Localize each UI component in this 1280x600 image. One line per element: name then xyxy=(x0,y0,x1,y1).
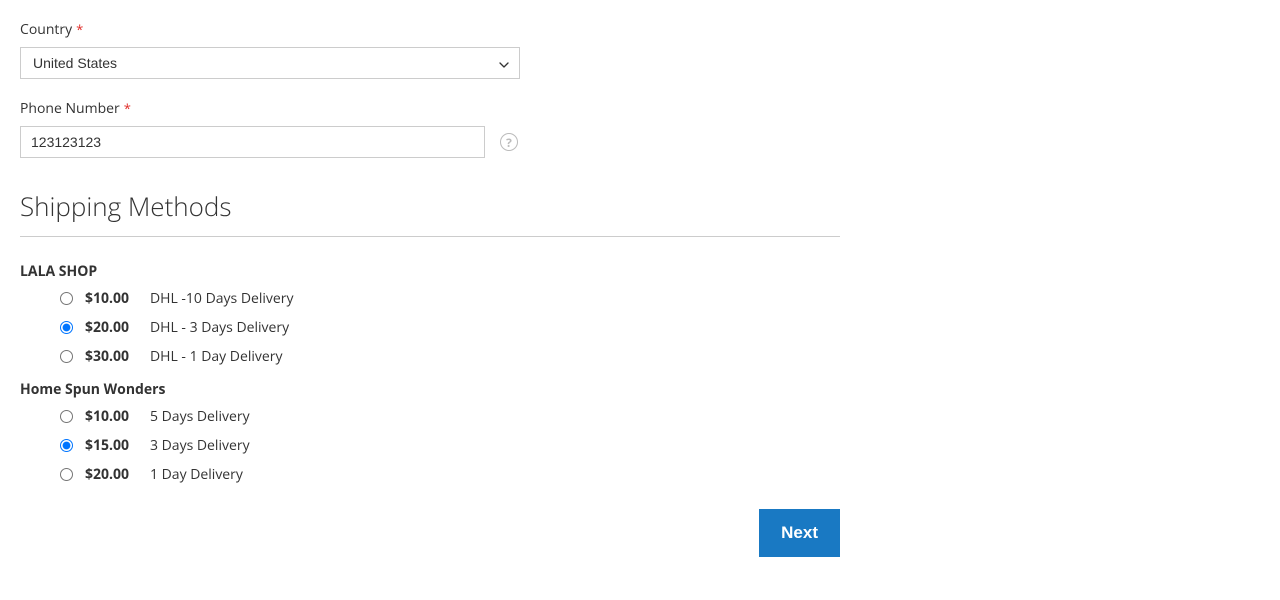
shipping-method-label: 5 Days Delivery xyxy=(150,407,250,426)
shipping-method-label: DHL - 3 Days Delivery xyxy=(150,318,289,337)
shipping-option-row[interactable]: $10.00DHL -10 Days Delivery xyxy=(60,289,840,308)
shipping-price: $10.00 xyxy=(85,407,150,426)
phone-input[interactable] xyxy=(20,126,485,158)
shipping-price: $20.00 xyxy=(85,318,150,337)
country-label: Country* xyxy=(20,20,840,39)
shipping-price: $30.00 xyxy=(85,347,150,366)
vendor-name: Home Spun Wonders xyxy=(20,380,840,399)
shipping-method-label: DHL - 1 Day Delivery xyxy=(150,347,282,366)
shipping-radio[interactable] xyxy=(60,350,73,363)
next-button[interactable]: Next xyxy=(759,509,840,557)
shipping-option-row[interactable]: $20.00DHL - 3 Days Delivery xyxy=(60,318,840,337)
shipping-price: $20.00 xyxy=(85,465,150,484)
shipping-radio[interactable] xyxy=(60,410,73,423)
shipping-methods-title: Shipping Methods xyxy=(20,188,840,224)
shipping-method-label: 3 Days Delivery xyxy=(150,436,250,455)
shipping-radio[interactable] xyxy=(60,468,73,481)
shipping-price: $15.00 xyxy=(85,436,150,455)
shipping-method-label: DHL -10 Days Delivery xyxy=(150,289,294,308)
phone-label: Phone Number* xyxy=(20,99,840,118)
divider xyxy=(20,236,840,237)
vendor-name: LALA SHOP xyxy=(20,262,840,281)
help-icon[interactable]: ? xyxy=(500,133,518,151)
shipping-radio[interactable] xyxy=(60,321,73,334)
shipping-radio[interactable] xyxy=(60,439,73,452)
shipping-method-label: 1 Day Delivery xyxy=(150,465,243,484)
country-select[interactable]: United States xyxy=(20,47,520,79)
shipping-option-row[interactable]: $10.005 Days Delivery xyxy=(60,407,840,426)
shipping-price: $10.00 xyxy=(85,289,150,308)
shipping-option-row[interactable]: $15.003 Days Delivery xyxy=(60,436,840,455)
shipping-option-row[interactable]: $20.001 Day Delivery xyxy=(60,465,840,484)
shipping-radio[interactable] xyxy=(60,292,73,305)
shipping-option-row[interactable]: $30.00DHL - 1 Day Delivery xyxy=(60,347,840,366)
